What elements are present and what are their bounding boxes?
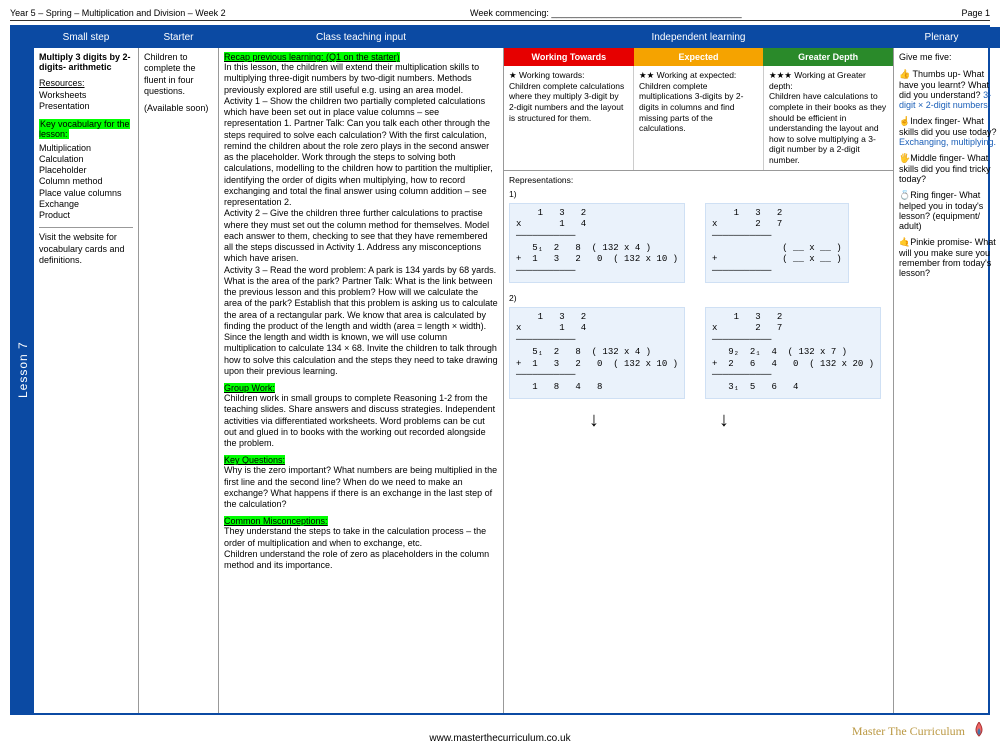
greater-depth-text: ★★★ Working at Greater depth: Children h… — [764, 66, 893, 170]
arrow-down-icon: ↓ — [719, 409, 729, 432]
header-starter: Starter — [139, 27, 219, 48]
rep2-label: 2) — [509, 293, 888, 303]
header-plenary: Plenary — [894, 27, 990, 48]
resources-list: Worksheets Presentation — [39, 90, 133, 113]
plenary-middle: 🖐Middle finger- What skills did you find… — [899, 153, 999, 184]
flame-icon — [972, 722, 986, 742]
header-teaching: Class teaching input — [219, 27, 504, 48]
vocab-list: Multiplication Calculation Placeholder C… — [39, 143, 133, 222]
independent-column: Working Towards Expected Greater Depth ★… — [504, 48, 894, 713]
page-number: Page 1 — [930, 8, 990, 18]
plenary-column: Give me five: 👍 Thumbs up- What have you… — [894, 48, 1000, 713]
misconceptions-text: They understand the steps to take in the… — [224, 526, 498, 571]
small-step-column: Multiply 3 digits by 2-digits- arithmeti… — [34, 48, 139, 713]
recap-label: Recap previous learning: (Q1 on the star… — [224, 52, 400, 62]
column-headers: Small step Starter Class teaching input … — [34, 27, 1000, 48]
expected-text: ★★ Working at expected: Children complet… — [634, 66, 764, 170]
vocab-label: Key vocabulary for the lesson: — [39, 119, 130, 139]
doc-title: Year 5 – Spring – Multiplication and Div… — [10, 8, 470, 18]
rep1-label: 1) — [509, 189, 888, 199]
group-work-label: Group Work: — [224, 383, 275, 393]
small-step-title: Multiply 3 digits by 2-digits- arithmeti… — [39, 52, 133, 72]
key-questions-label: Key Questions: — [224, 455, 285, 465]
starter-column: Children to complete the fluent in four … — [139, 48, 219, 713]
arrow-down-icon: ↓ — [589, 409, 599, 432]
key-questions-text: Why is the zero important? What numbers … — [224, 465, 498, 510]
footer-url: www.masterthecurriculum.co.uk — [0, 733, 1000, 744]
plenary-thumbs: 👍 Thumbs up- What have you learnt? What … — [899, 69, 989, 100]
greater-depth-head: Greater Depth — [763, 48, 893, 66]
working-towards-head: Working Towards — [504, 48, 634, 66]
starter-note: (Available soon) — [144, 103, 213, 113]
representations-zone: Representations: 1) 1 3 2 x 1 4 ────────… — [504, 171, 893, 436]
header-independent: Independent learning — [504, 27, 894, 48]
vocab-note: Visit the website for vocabulary cards a… — [39, 227, 133, 266]
rep1-right: 1 3 2 x 2 7 ─────────── ( __ x __ ) + ( … — [705, 203, 849, 283]
lesson-tab: Lesson 7 — [12, 27, 34, 713]
lesson-frame: Lesson 7 Small step Starter Class teachi… — [10, 25, 990, 715]
rep2-right: 1 3 2 x 2 7 ─────────── 9₂ 2₁ 4 ( 132 x … — [705, 307, 881, 399]
working-towards-text: ★ Working towards: Children complete cal… — [504, 66, 634, 170]
plenary-intro: Give me five: — [899, 52, 999, 63]
teaching-main: In this lesson, the children will extend… — [224, 62, 498, 377]
header-bar: Year 5 – Spring – Multiplication and Div… — [10, 8, 990, 21]
starter-text: Children to complete the fluent in four … — [144, 52, 213, 97]
misconceptions-label: Common Misconceptions: — [224, 516, 328, 526]
plenary-index: ☝Index finger- What skills did you use t… — [899, 116, 997, 137]
week-commencing: Week commencing: _______________________… — [470, 8, 930, 18]
rep2-left: 1 3 2 x 1 4 ─────────── 5₁ 2 8 ( 132 x 4… — [509, 307, 685, 399]
plenary-index-answer: Exchanging, multiplying. — [899, 137, 996, 147]
representations-label: Representations: — [509, 175, 888, 185]
teaching-column: Recap previous learning: (Q1 on the star… — [219, 48, 504, 713]
header-small-step: Small step — [34, 27, 139, 48]
plenary-pinkie: 🤙Pinkie promise- What will you make sure… — [899, 237, 999, 278]
resources-label: Resources: — [39, 78, 133, 88]
plenary-ring: 💍Ring finger- What helped you in today's… — [899, 190, 999, 231]
brand-text: Master The Curriculum — [852, 724, 965, 738]
rep1-left: 1 3 2 x 1 4 ─────────── 5₁ 2 8 ( 132 x 4… — [509, 203, 685, 283]
group-work-text: Children work in small groups to complet… — [224, 393, 498, 449]
differentiation-body: ★ Working towards: Children complete cal… — [504, 66, 893, 171]
brand-logo: Master The Curriculum — [852, 722, 986, 742]
expected-head: Expected — [634, 48, 764, 66]
differentiation-headers: Working Towards Expected Greater Depth — [504, 48, 893, 66]
